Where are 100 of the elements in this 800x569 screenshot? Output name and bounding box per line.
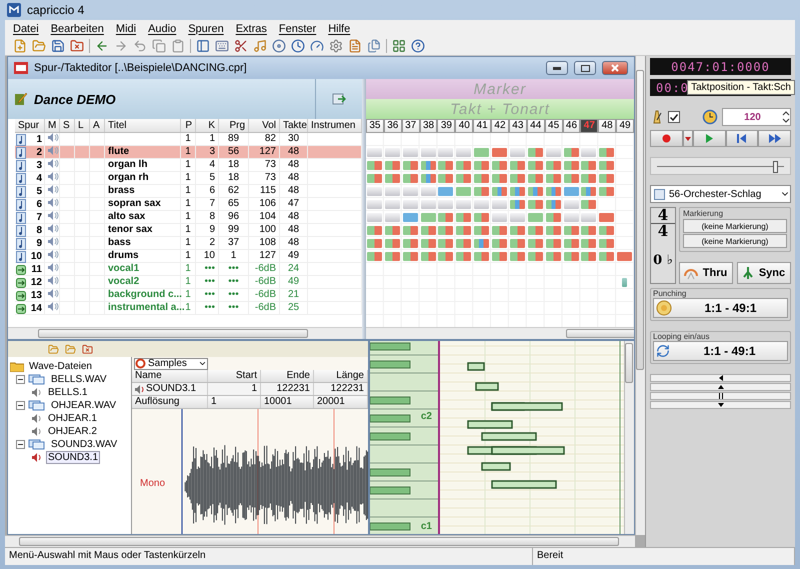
clip-block[interactable] xyxy=(367,239,382,248)
clip-block[interactable] xyxy=(420,161,436,170)
tempo-field[interactable]: 120 xyxy=(722,108,791,126)
clip-block[interactable] xyxy=(474,239,490,248)
folder-icon[interactable] xyxy=(48,344,59,354)
column-header[interactable]: Länge xyxy=(314,370,368,382)
keyboard-icon[interactable] xyxy=(215,39,229,53)
track-row[interactable]: 8 tenor sax 1 9 99 100 48 xyxy=(15,224,362,237)
speaker-icon[interactable] xyxy=(48,172,59,181)
clip-block[interactable] xyxy=(456,252,472,261)
expander-button[interactable] xyxy=(16,374,25,384)
save-icon[interactable] xyxy=(51,39,65,53)
clip-block[interactable] xyxy=(564,148,579,157)
grid-icon[interactable] xyxy=(392,39,406,53)
clip-block[interactable] xyxy=(581,239,596,248)
clip-block[interactable] xyxy=(581,161,596,170)
clip-block[interactable] xyxy=(367,148,382,157)
clip-block[interactable] xyxy=(492,161,508,170)
column-header[interactable]: P xyxy=(181,119,196,132)
clip-block[interactable] xyxy=(367,213,382,222)
disc-icon[interactable] xyxy=(272,39,286,53)
bar-number[interactable]: 42 xyxy=(491,119,509,133)
scroll-thumb[interactable] xyxy=(625,343,633,383)
bar-number[interactable]: 45 xyxy=(544,119,563,133)
speaker-icon[interactable] xyxy=(48,133,59,142)
rewind-button[interactable] xyxy=(726,130,758,147)
clip-block[interactable] xyxy=(474,226,490,235)
clipboard-icon[interactable] xyxy=(171,39,185,53)
clip-block[interactable] xyxy=(564,239,579,248)
clip-block[interactable] xyxy=(599,213,614,222)
column-header[interactable]: Start xyxy=(208,370,261,382)
bar-number[interactable]: 49 xyxy=(616,119,634,133)
clip-block[interactable] xyxy=(456,200,472,209)
column-header[interactable]: Titel xyxy=(105,119,181,132)
clip-block[interactable] xyxy=(402,174,418,183)
clip-block[interactable] xyxy=(599,187,614,196)
folder-icon[interactable] xyxy=(32,39,46,53)
clip-block[interactable] xyxy=(510,148,525,157)
clip-block[interactable] xyxy=(438,161,454,170)
thru-button[interactable]: Thru xyxy=(679,262,733,284)
menu-item[interactable]: Spuren xyxy=(183,22,229,34)
clip-block[interactable] xyxy=(528,239,543,248)
track-row[interactable]: 5 brass 1 6 62 115 48 xyxy=(15,185,362,198)
track-row[interactable]: 2 flute 1 3 56 127 48 xyxy=(15,146,362,159)
clip-block[interactable] xyxy=(456,174,472,183)
scroll-thumb[interactable] xyxy=(636,70,644,370)
bar-number[interactable]: 35 xyxy=(366,119,384,133)
minimize-button[interactable] xyxy=(546,61,568,75)
speaker-icon[interactable] xyxy=(48,276,59,285)
column-header[interactable]: Takte xyxy=(280,119,308,132)
clip-block[interactable] xyxy=(492,239,508,248)
clip-block[interactable] xyxy=(528,161,543,170)
clip-block[interactable] xyxy=(599,161,614,170)
panel-icon[interactable] xyxy=(196,39,210,53)
column-header[interactable]: S xyxy=(60,119,75,132)
tree-item[interactable]: SOUND3.1 xyxy=(46,450,100,464)
marker-button[interactable]: (keine Markierung) xyxy=(683,219,787,233)
folder-icon[interactable] xyxy=(65,344,76,354)
menu-item[interactable]: Bearbeiten xyxy=(46,22,109,34)
speaker-icon[interactable] xyxy=(48,237,59,246)
speaker-icon[interactable] xyxy=(48,185,59,194)
track-row[interactable]: 12 vocal2 1 ••• ••• -6dB 49 xyxy=(15,276,362,289)
speaker-icon[interactable] xyxy=(48,211,59,220)
play-button[interactable] xyxy=(692,130,726,147)
clip-block[interactable] xyxy=(420,148,436,157)
clip-block[interactable] xyxy=(402,239,418,248)
bar-number[interactable]: 41 xyxy=(473,119,492,133)
menu-item[interactable]: Fenster xyxy=(274,22,322,34)
scroll-thumb[interactable] xyxy=(38,329,308,338)
spinner-arrows-icon[interactable] xyxy=(782,109,790,125)
clip-block[interactable] xyxy=(617,252,632,261)
slider-thumb[interactable] xyxy=(772,161,778,173)
clip-block[interactable] xyxy=(492,213,508,222)
clip-block[interactable] xyxy=(492,200,508,209)
menu-item[interactable]: Datei xyxy=(8,22,44,34)
clip-block[interactable] xyxy=(384,161,400,170)
clip-block[interactable] xyxy=(510,187,525,196)
maximize-button[interactable] xyxy=(574,61,596,75)
clip-block[interactable] xyxy=(492,174,508,183)
clip-block[interactable] xyxy=(492,252,508,261)
scroll-thumb[interactable] xyxy=(566,329,634,338)
sync-button[interactable]: Sync xyxy=(737,262,791,284)
tree-item[interactable]: OHJEAR.2 xyxy=(46,424,99,438)
clip-block[interactable] xyxy=(581,226,596,235)
clip-block[interactable] xyxy=(599,148,614,157)
clip-block[interactable] xyxy=(367,226,382,235)
tree-item[interactable]: BELLS.WAV xyxy=(49,372,109,386)
menu-item[interactable]: Hilfe xyxy=(323,22,356,34)
clip-block[interactable] xyxy=(546,226,561,235)
clip-block[interactable] xyxy=(384,187,400,196)
file-plus-icon[interactable] xyxy=(13,39,27,53)
clip-block[interactable] xyxy=(402,161,418,170)
clip-block[interactable] xyxy=(546,148,561,157)
clip-block[interactable] xyxy=(474,161,490,170)
clip-block[interactable] xyxy=(420,213,436,222)
clip-block[interactable] xyxy=(510,161,525,170)
clip-block[interactable] xyxy=(384,213,400,222)
tree-item[interactable]: BELLS.1 xyxy=(46,386,90,398)
clip-block[interactable] xyxy=(438,239,454,248)
clip-block[interactable] xyxy=(402,200,418,209)
